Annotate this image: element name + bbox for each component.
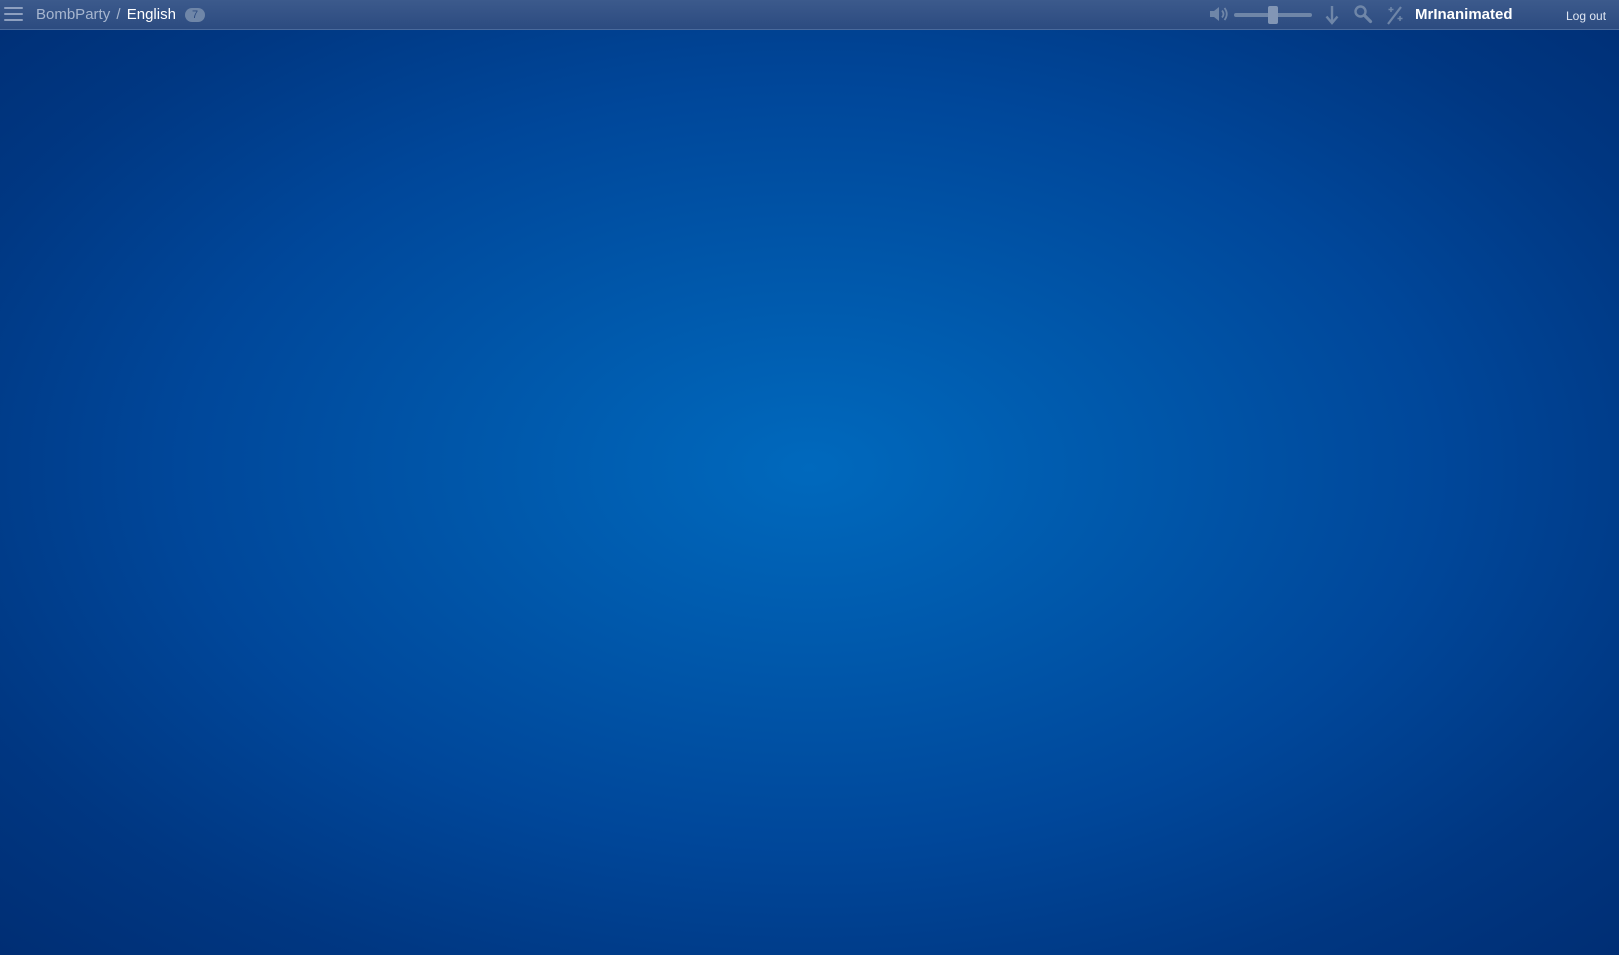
down-arrow-icon[interactable] bbox=[1324, 4, 1340, 31]
volume-icon[interactable] bbox=[1208, 4, 1230, 29]
breadcrumb-room-link[interactable]: English bbox=[127, 6, 176, 23]
logout-link[interactable]: Log out bbox=[1566, 9, 1606, 23]
username[interactable]: MrInanimated bbox=[1415, 6, 1513, 23]
breadcrumb-app-link[interactable]: BombParty bbox=[36, 6, 110, 23]
volume-slider[interactable] bbox=[1234, 6, 1312, 24]
player-count-badge: 7 bbox=[185, 8, 206, 22]
top-bar: BombParty / English 7 MrInanimated Log o… bbox=[0, 0, 1619, 30]
search-icon[interactable] bbox=[1353, 4, 1373, 29]
volume-slider-handle[interactable] bbox=[1268, 6, 1278, 24]
magic-wand-icon[interactable] bbox=[1385, 4, 1405, 31]
breadcrumb: BombParty / English 7 bbox=[36, 6, 206, 24]
menu-icon[interactable] bbox=[4, 7, 23, 23]
breadcrumb-separator: / bbox=[116, 6, 121, 23]
